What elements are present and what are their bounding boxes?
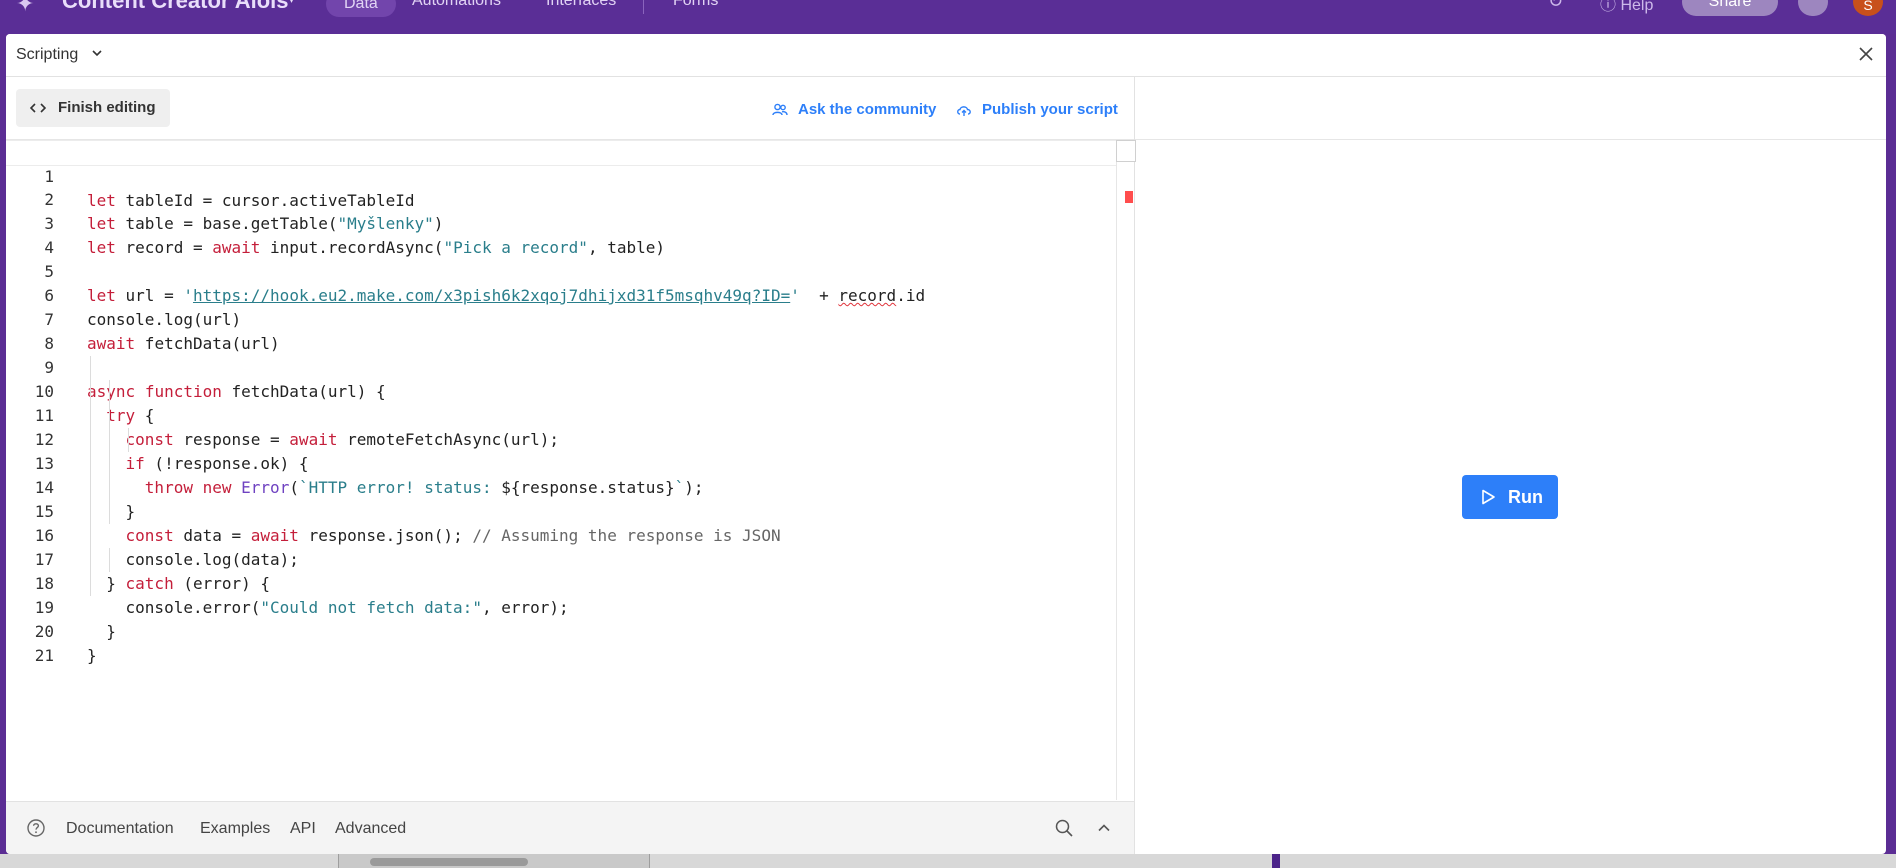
run-pane-header bbox=[1135, 77, 1886, 140]
indent-guide bbox=[128, 428, 129, 452]
tab-divider bbox=[643, 0, 644, 14]
modal-header: Scripting bbox=[6, 34, 1886, 77]
code-icon bbox=[30, 103, 46, 113]
help-icon[interactable] bbox=[26, 818, 46, 838]
publish-script-label: Publish your script bbox=[982, 101, 1118, 118]
help-label: Help bbox=[1620, 0, 1654, 14]
code-line[interactable]: 6 console.log(url) bbox=[6, 260, 1116, 329]
indent-guide bbox=[109, 548, 110, 572]
code-text: } bbox=[87, 646, 97, 665]
code-line[interactable]: 19 } bbox=[6, 572, 1116, 641]
code-line[interactable]: 12 if (!response.ok) { bbox=[6, 404, 1116, 473]
editor-pane: Finish editing Ask the community Publish… bbox=[6, 77, 1136, 854]
background-accent-strip bbox=[1272, 854, 1280, 868]
tab-forms[interactable]: Forms bbox=[673, 0, 718, 18]
finish-editing-label: Finish editing bbox=[58, 99, 156, 116]
code-line[interactable]: 2 let table = base.getTable("Myšlenky") bbox=[6, 164, 1116, 233]
chevron-up-icon[interactable] bbox=[1096, 820, 1112, 836]
app-top-bar: ✦ Content Creator Alois ▾ Data Automatio… bbox=[0, 0, 1896, 34]
code-line[interactable]: 5 let url = 'https://hook.eu2.make.com/x… bbox=[6, 236, 1116, 305]
code-line[interactable]: 21 bbox=[6, 620, 1116, 665]
code-line[interactable]: 10 try { bbox=[6, 356, 1116, 425]
bell-icon[interactable] bbox=[1798, 0, 1828, 16]
code-line[interactable]: 4 bbox=[6, 212, 1116, 257]
run-button[interactable]: Run bbox=[1462, 475, 1558, 519]
search-icon[interactable] bbox=[1054, 818, 1074, 838]
code-line[interactable]: 14 } bbox=[6, 452, 1116, 521]
code-line[interactable]: 9 async function fetchData(url) { bbox=[6, 332, 1116, 401]
base-name[interactable]: Content Creator Alois bbox=[62, 0, 289, 14]
chevron-down-icon[interactable] bbox=[90, 46, 104, 60]
code-line[interactable]: 7 await fetchData(url) bbox=[6, 284, 1116, 353]
chevron-down-icon[interactable]: ▾ bbox=[288, 0, 295, 7]
background-grid-edge bbox=[0, 854, 1896, 868]
finish-editing-button[interactable]: Finish editing bbox=[16, 89, 170, 127]
share-button[interactable]: Share bbox=[1682, 0, 1778, 16]
cloud-upload-icon bbox=[957, 106, 971, 116]
code-line[interactable]: 13 throw new Error(`HTTP error! status: … bbox=[6, 428, 1116, 497]
indent-guide bbox=[109, 380, 110, 524]
editor-footer: Documentation Examples API Advanced bbox=[6, 801, 1134, 854]
editor-scrollbar-thumb[interactable] bbox=[1116, 140, 1136, 162]
code-line[interactable]: 3 let record = await input.recordAsync("… bbox=[6, 188, 1116, 257]
tab-data[interactable]: Data bbox=[326, 0, 396, 17]
run-pane: Run bbox=[1135, 77, 1886, 854]
code-line[interactable]: 20 } bbox=[6, 596, 1116, 665]
users-icon bbox=[772, 103, 788, 116]
indent-guide bbox=[90, 356, 91, 596]
background-scrollbar bbox=[370, 858, 528, 866]
code-line[interactable]: 8 bbox=[6, 308, 1116, 353]
documentation-link[interactable]: Documentation bbox=[66, 820, 174, 838]
code-line[interactable]: 18 console.error("Could not fetch data:"… bbox=[6, 548, 1116, 617]
run-label: Run bbox=[1508, 487, 1543, 507]
code-line[interactable]: 17 } catch (error) { bbox=[6, 524, 1116, 593]
api-link[interactable]: API bbox=[290, 820, 316, 838]
editor-scrollbar[interactable] bbox=[1116, 140, 1135, 800]
code-line[interactable]: 1 let tableId = cursor.activeTableId bbox=[6, 140, 1116, 210]
play-icon bbox=[1482, 489, 1495, 505]
tab-automations[interactable]: Automations bbox=[412, 0, 501, 18]
error-marker[interactable] bbox=[1125, 191, 1133, 203]
history-icon[interactable]: ↻ bbox=[1548, 0, 1563, 12]
modal-title[interactable]: Scripting bbox=[16, 46, 78, 64]
help-link[interactable]: ⓘ Help bbox=[1600, 0, 1653, 15]
ask-community-label: Ask the community bbox=[798, 101, 937, 118]
editor-toolbar: Finish editing Ask the community Publish… bbox=[6, 77, 1134, 140]
code-editor[interactable]: 1 let tableId = cursor.activeTableId 2 l… bbox=[6, 140, 1116, 800]
tab-interfaces[interactable]: Interfaces bbox=[546, 0, 616, 18]
magic-wand-icon: ✦ bbox=[16, 0, 35, 16]
examples-link[interactable]: Examples bbox=[200, 820, 270, 838]
scripting-modal: Scripting Finish editing Ask the communi… bbox=[6, 34, 1886, 854]
advanced-link[interactable]: Advanced bbox=[335, 820, 406, 838]
code-line[interactable]: 15 const data = await response.json(); /… bbox=[6, 476, 1116, 545]
code-line[interactable]: 11 const response = await remoteFetchAsy… bbox=[6, 380, 1116, 449]
avatar[interactable]: S bbox=[1853, 0, 1883, 16]
code-line[interactable]: 16 console.log(data); bbox=[6, 500, 1116, 569]
line-number: 21 bbox=[34, 646, 54, 665]
close-icon[interactable] bbox=[1856, 44, 1876, 64]
